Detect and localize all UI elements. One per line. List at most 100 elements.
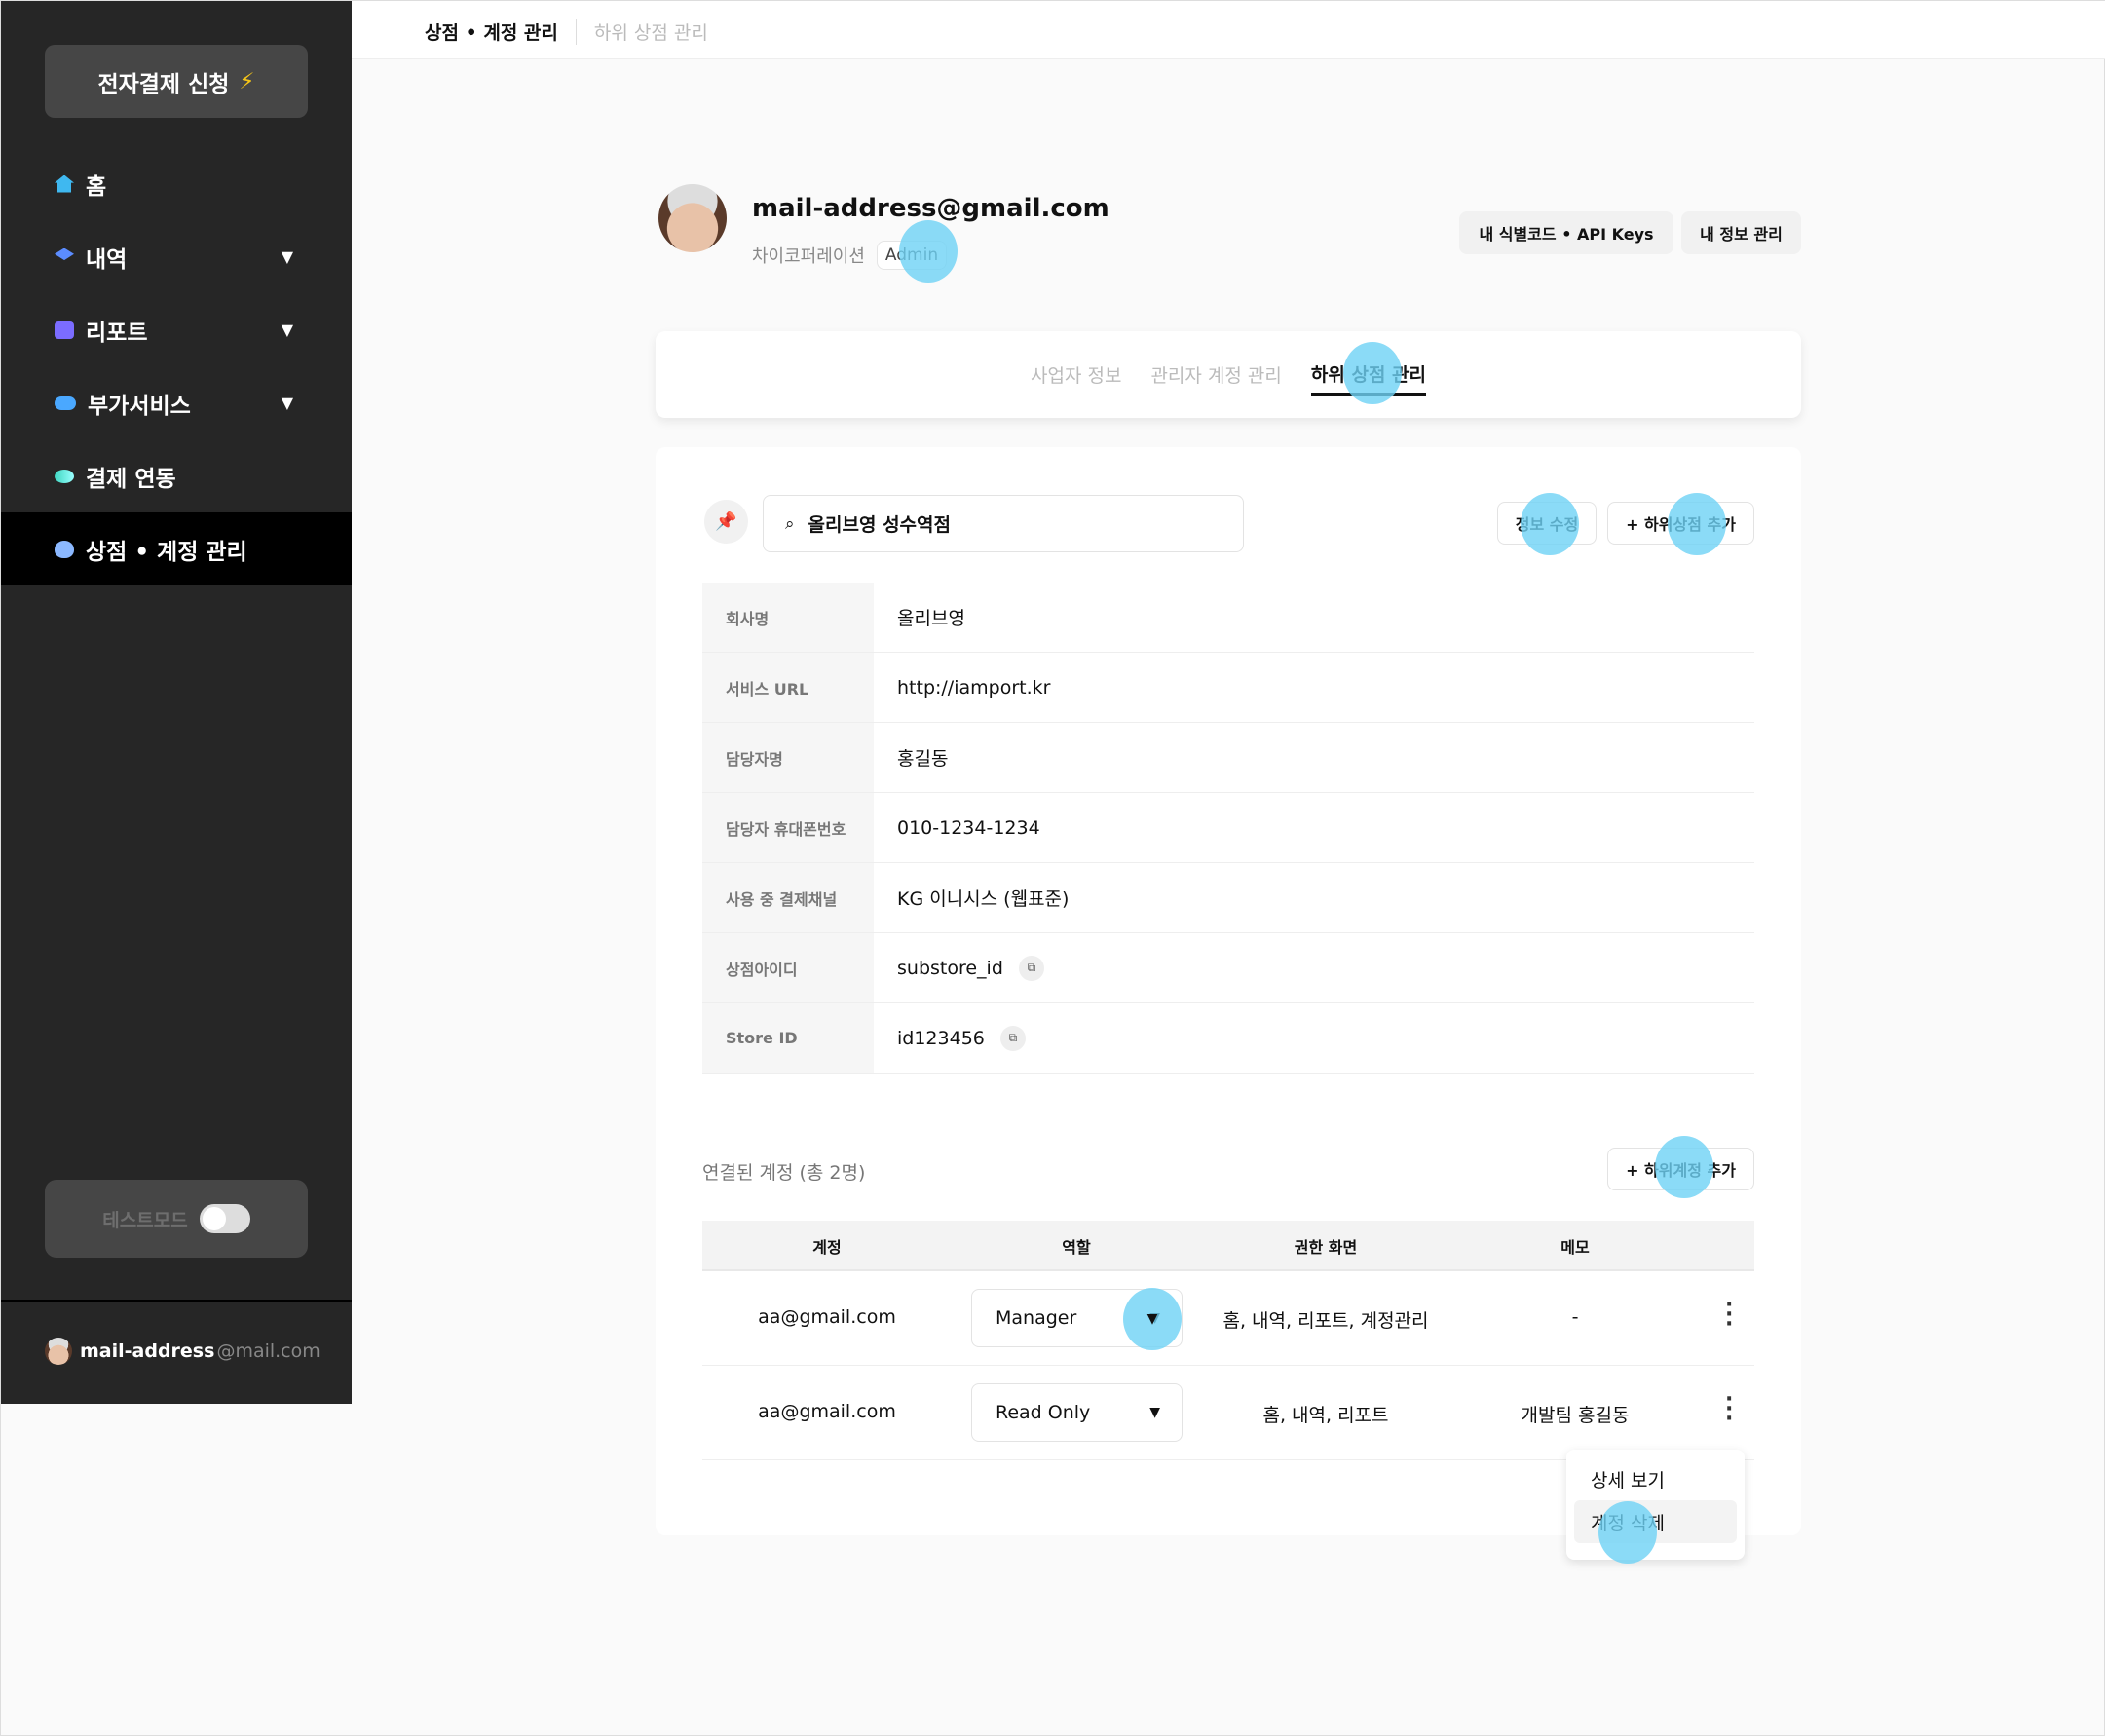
info-label: 서비스 URL: [702, 653, 874, 722]
sidebar-item-label: 부가서비스: [88, 393, 191, 419]
column-header: 메모: [1560, 1238, 1590, 1257]
memo: -: [1571, 1306, 1579, 1328]
link-icon: [55, 469, 74, 483]
caret-down-icon: ▼: [1149, 1310, 1160, 1326]
column-header: 역할: [1062, 1238, 1091, 1257]
info-value-wrap: KG 이니시스 (웹표준): [874, 885, 1069, 911]
breadcrumb: 상점 • 계정 관리 하위 상점 관리: [425, 19, 708, 45]
test-mode-toggle[interactable]: 테스트모드: [45, 1180, 308, 1258]
info-row: 사용 중 결제채널 KG 이니시스 (웹표준): [702, 863, 1754, 933]
info-value-wrap: http://iamport.kr: [874, 677, 1050, 698]
table-header: 계정 역할 권한 화면 메모: [702, 1221, 1754, 1271]
home-icon: [55, 174, 74, 193]
info-value-wrap: substore_id ⧉: [874, 955, 1044, 981]
info-row: 담당자명 홍길동: [702, 723, 1754, 793]
table-row: aa@gmail.com Read Only ▼ 홈, 내역, 리포트 개발팀 홍…: [702, 1366, 1754, 1460]
my-info-button[interactable]: 내 정보 관리: [1681, 211, 1801, 254]
info-value: id123456: [897, 1027, 985, 1049]
tab-admin-accounts[interactable]: 관리자 계정 관리: [1150, 356, 1281, 394]
row-context-menu: 상세 보기 계정 삭제: [1566, 1450, 1745, 1560]
more-vertical-icon[interactable]: · · ·: [1725, 1295, 1733, 1336]
divider: [1, 1300, 352, 1302]
add-subaccount-button[interactable]: + 하위계정 추가: [1607, 1148, 1754, 1190]
info-label: 사용 중 결제채널: [702, 863, 874, 932]
api-keys-button[interactable]: 내 식별코드 • API Keys: [1459, 211, 1673, 254]
lightning-icon: ⚡: [239, 68, 255, 94]
apply-label: 전자결제 신청: [97, 71, 230, 97]
sidebar-item-addons[interactable]: 부가서비스 ▼: [1, 366, 352, 439]
sidebar-item-label: 결제 연동: [86, 466, 176, 492]
sidebar: 전자결제 신청 ⚡ 홈 내역 ▼ 리포트 ▼ 부가서비스 ▼ 결제 연동 상점 • 계정…: [1, 1, 352, 1404]
sidebar-item-home[interactable]: 홈: [1, 147, 352, 220]
sidebar-item-label: 내역: [86, 246, 128, 273]
avatar: [45, 1338, 72, 1365]
user-name: mail-address: [80, 1340, 215, 1362]
info-label: 담당자 휴대폰번호: [702, 793, 874, 862]
column-header: 계정: [812, 1238, 842, 1257]
search-value: 올리브영 성수역점: [808, 514, 951, 536]
role-value: Manager: [996, 1307, 1077, 1329]
info-value: 홍길동: [897, 748, 949, 770]
test-mode-label: 테스트모드: [102, 1209, 188, 1231]
info-value: 010-1234-1234: [897, 816, 1040, 839]
footer-user[interactable]: mail-address @mail.com: [45, 1338, 320, 1365]
tab-substore[interactable]: 하위 상점 관리: [1310, 355, 1427, 396]
edit-info-button[interactable]: 정보 수정: [1497, 502, 1597, 545]
sidebar-item-label: 상점 • 계정 관리: [86, 539, 247, 565]
company-name: 차이코퍼레이션: [752, 246, 865, 267]
chevron-down-icon: ▼: [281, 321, 293, 339]
search-icon: ⌕: [785, 513, 795, 534]
role-badge: Admin: [876, 241, 948, 270]
account-email: aa@gmail.com: [758, 1401, 896, 1422]
info-value: substore_id: [897, 957, 1003, 979]
info-label: Store ID: [702, 1003, 874, 1073]
drop-icon: [55, 540, 74, 558]
sidebar-item-history[interactable]: 내역 ▼: [1, 220, 352, 293]
info-row: Store ID id123456 ⧉: [702, 1003, 1754, 1074]
info-value: http://iamport.kr: [897, 676, 1051, 698]
profile-email: mail-address@gmail.com: [752, 194, 1109, 223]
user-domain: @mail.com: [216, 1340, 320, 1362]
more-vertical-icon[interactable]: · · ·: [1725, 1389, 1733, 1430]
sidebar-item-integration[interactable]: 결제 연동: [1, 439, 352, 512]
add-substore-button[interactable]: + 하위상점 추가: [1607, 502, 1754, 545]
layers-icon: [55, 247, 74, 261]
apply-payment-button[interactable]: 전자결제 신청 ⚡: [45, 45, 308, 118]
info-value-wrap: 올리브영: [874, 604, 965, 630]
chart-icon: [55, 321, 74, 339]
caret-down-icon: ▼: [1149, 1405, 1160, 1420]
chevron-down-icon: ▼: [281, 394, 293, 412]
toggle-switch[interactable]: [199, 1204, 250, 1233]
tab-bar: 사업자 정보 관리자 계정 관리 하위 상점 관리: [656, 331, 1801, 418]
info-label: 담당자명: [702, 723, 874, 792]
role-select[interactable]: Manager ▼: [971, 1289, 1183, 1347]
pin-icon[interactable]: 📌: [704, 500, 748, 544]
copy-icon[interactable]: ⧉: [1018, 955, 1044, 981]
role-value: Read Only: [996, 1402, 1091, 1423]
tab-business-info[interactable]: 사업자 정보: [1031, 356, 1121, 394]
account-email: aa@gmail.com: [758, 1306, 896, 1328]
info-row: 상점아이디 substore_id ⧉: [702, 933, 1754, 1003]
info-value-wrap: 010-1234-1234: [874, 817, 1040, 839]
sidebar-item-report[interactable]: 리포트 ▼: [1, 293, 352, 366]
menu-item-view-detail[interactable]: 상세 보기: [1574, 1457, 1737, 1500]
menu-item-delete-account[interactable]: 계정 삭제: [1574, 1500, 1737, 1543]
info-value-wrap: 홍길동: [874, 744, 948, 771]
breadcrumb-sub[interactable]: 하위 상점 관리: [575, 19, 708, 45]
permission-screens: 홈, 내역, 리포트, 계정관리: [1222, 1310, 1429, 1332]
avatar: [658, 184, 727, 252]
top-bar: 상점 • 계정 관리 하위 상점 관리: [352, 1, 2105, 59]
breadcrumb-current[interactable]: 상점 • 계정 관리: [425, 19, 558, 45]
copy-icon[interactable]: ⧉: [999, 1025, 1026, 1051]
store-search-input[interactable]: ⌕ 올리브영 성수역점: [763, 495, 1244, 552]
table-row: aa@gmail.com Manager ▼ 홈, 내역, 리포트, 계정관리 -…: [702, 1271, 1754, 1366]
column-header: 권한 화면: [1294, 1238, 1358, 1257]
info-row: 회사명 올리브영: [702, 583, 1754, 653]
role-select[interactable]: Read Only ▼: [971, 1383, 1183, 1442]
sidebar-item-store-accounts[interactable]: 상점 • 계정 관리: [1, 512, 352, 585]
info-row: 담당자 휴대폰번호 010-1234-1234: [702, 793, 1754, 863]
info-value: KG 이니시스 (웹표준): [897, 888, 1070, 910]
info-value: 올리브영: [897, 608, 965, 629]
profile-company-row: 차이코퍼레이션 Admin: [752, 241, 948, 270]
permission-screens: 홈, 내역, 리포트: [1262, 1405, 1389, 1426]
